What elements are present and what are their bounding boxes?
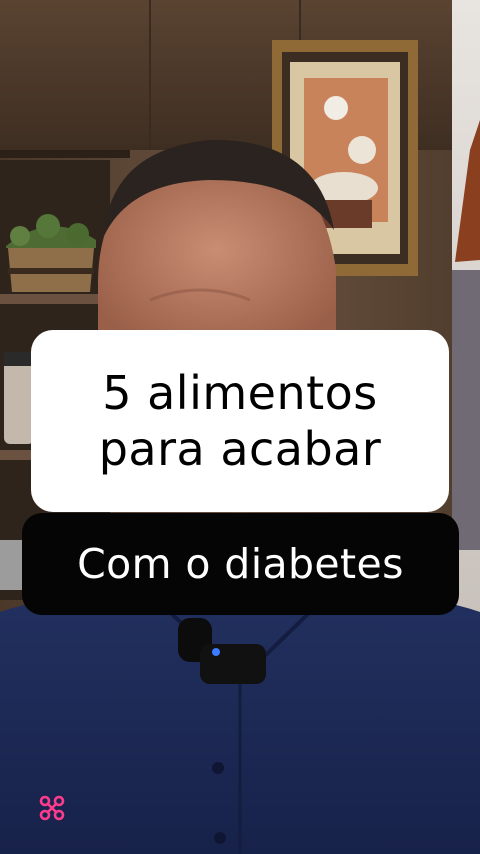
canister [0, 540, 22, 590]
side-wall-shadow [452, 270, 480, 550]
caption-line-1: 5 alimentos [102, 366, 378, 420]
cabinet-edge [0, 150, 130, 158]
brand-watermark-icon [39, 795, 65, 821]
caption-title: 5 alimentos para acabar [31, 330, 449, 512]
shirt-button [212, 762, 224, 774]
caption-line-2: para acabar [98, 422, 382, 476]
shirt-button [214, 832, 226, 844]
caption-subtitle: Com o diabetes [22, 513, 459, 615]
shelf-board [0, 294, 105, 304]
video-frame[interactable]: 5 alimentos para acabar Com o diabetes [0, 0, 480, 854]
